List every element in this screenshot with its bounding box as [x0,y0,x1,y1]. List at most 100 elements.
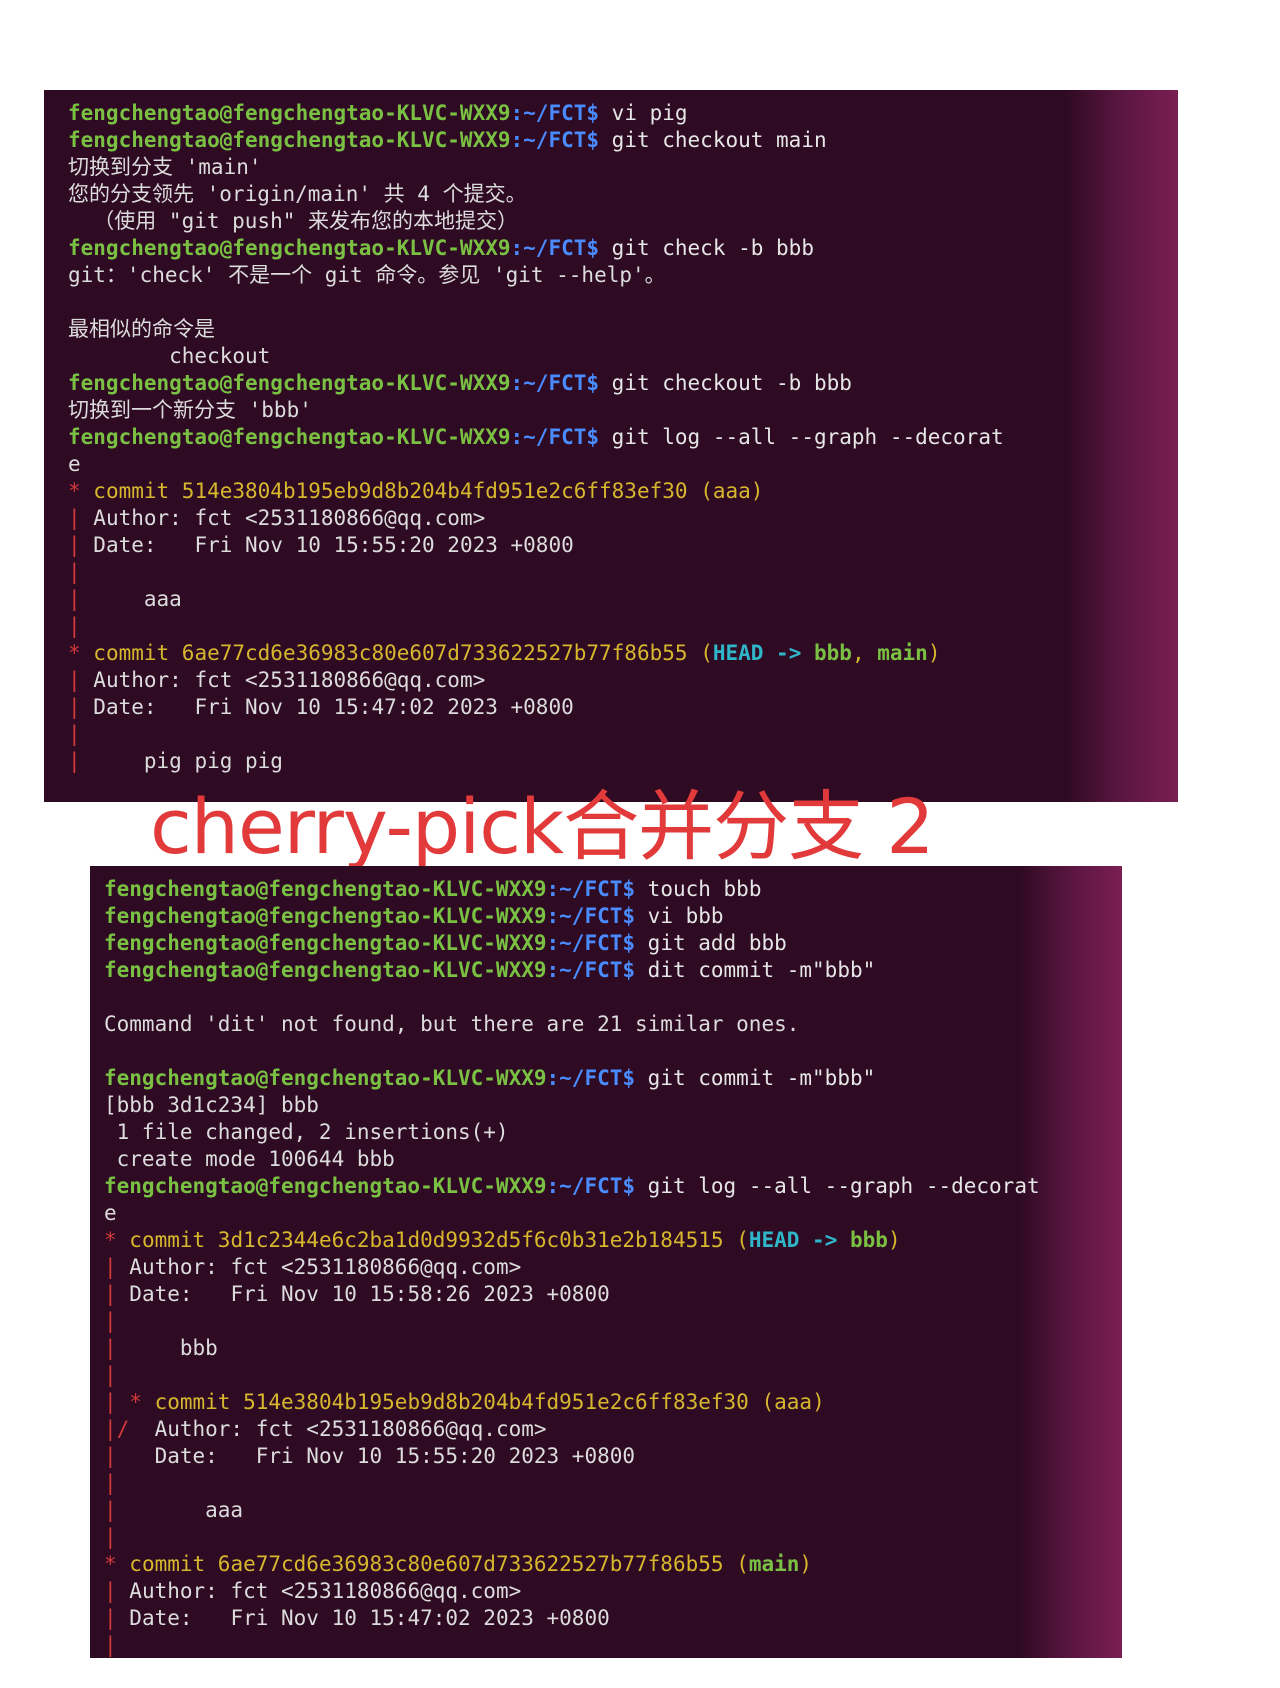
output-text: 切换到分支 'main' [68,155,262,179]
log-detail-text: Author: fct <2531180866@qq.com> [154,1417,547,1441]
output-line: （使用 "git push" 来发布您的本地提交） [68,208,1178,235]
output-line: Command 'dit' not found, but there are 2… [104,1011,1122,1038]
log-detail-line: | Date: Fri Nov 10 15:47:02 2023 +0800 [68,694,1178,721]
prompt-user-host: fengchengtao@fengchengtao-KLVC-WXX9 [68,101,511,125]
prompt-user-host: fengchengtao@fengchengtao-KLVC-WXX9 [104,877,547,901]
output-text: 最相似的命令是 [68,317,215,341]
prompt-path: :~/FCT$ [510,371,600,395]
prompt-path: :~/FCT$ [546,1066,636,1090]
command-text: git checkout main [599,128,827,152]
log-detail-text: pig pig pig [93,749,283,773]
graph-marker: * [68,479,94,503]
command-text: dit commit -m"bbb" [635,958,876,982]
prompt-user-host: fengchengtao@fengchengtao-KLVC-WXX9 [104,1174,547,1198]
log-detail-line: | [104,1362,1122,1389]
prompt-path: :~/FCT$ [510,101,600,125]
ref-label: HEAD -> [748,1228,850,1252]
command-text: git commit -m"bbb" [635,1066,876,1090]
commit-line: * commit 514e3804b195eb9d8b204b4fd951e2c… [68,478,1178,505]
log-detail-text: Date: Fri Nov 10 15:47:02 2023 +0800 [93,695,574,719]
log-detail-line: | aaa [68,586,1178,613]
prompt-line: fengchengtao@fengchengtao-KLVC-WXX9:~/FC… [104,957,1122,984]
commit-line: * commit 3d1c2344e6c2ba1d0d9932d5f6c0b31… [104,1227,1122,1254]
graph-marker: | [68,722,94,746]
log-detail-line: | Date: Fri Nov 10 15:55:20 2023 +0800 [104,1443,1122,1470]
prompt-path: :~/FCT$ [546,1174,636,1198]
prompt-line: fengchengtao@fengchengtao-KLVC-WXX9:~/FC… [68,370,1178,397]
commit-hash: commit 6ae77cd6e36983c80e607d733622527b7… [93,641,688,665]
terminal-window-bottom[interactable]: fengchengtao@fengchengtao-KLVC-WXX9:~/FC… [90,866,1122,1658]
prompt-path: :~/FCT$ [546,931,636,955]
commit-line: * commit 6ae77cd6e36983c80e607d733622527… [68,640,1178,667]
output-line: git：'check' 不是一个 git 命令。参见 'git --help'。 [68,262,1178,289]
output-text: git：'check' 不是一个 git 命令。参见 'git --help'。 [68,263,666,287]
commit-hash: commit 514e3804b195eb9d8b204b4fd951e2c6f… [93,479,688,503]
prompt-line: fengchengtao@fengchengtao-KLVC-WXX9:~/FC… [68,127,1178,154]
graph-marker: | [104,1525,155,1549]
output-line: 最相似的命令是 [68,316,1178,343]
ref-label: bbb [814,641,852,665]
output-text: 1 file changed, 2 insertions(+) [104,1120,509,1144]
log-detail-line: | [68,613,1178,640]
ref-label: bbb [850,1228,888,1252]
prompt-path: :~/FCT$ [546,904,636,928]
graph-marker: | [104,1579,130,1603]
log-detail-line: | Date: Fri Nov 10 15:55:20 2023 +0800 [68,532,1178,559]
prompt-path: :~/FCT$ [510,128,600,152]
log-detail-text: Author: fct <2531180866@qq.com> [93,506,486,530]
prompt-line: fengchengtao@fengchengtao-KLVC-WXX9:~/FC… [104,876,1122,903]
prompt-user-host: fengchengtao@fengchengtao-KLVC-WXX9 [68,236,511,260]
log-detail-text: Author: fct <2531180866@qq.com> [129,1255,522,1279]
prompt-path: :~/FCT$ [546,958,636,982]
graph-marker: | [68,506,94,530]
ref-label: aaa [774,1390,813,1414]
commit-hash: commit 6ae77cd6e36983c80e607d733622527b7… [129,1552,724,1576]
output-line: 您的分支领先 'origin/main' 共 4 个提交。 [68,181,1178,208]
log-detail-line: | Author: fct <2531180866@qq.com> [68,667,1178,694]
commit-line: | * commit 514e3804b195eb9d8b204b4fd951e… [104,1389,1122,1416]
prompt-path: :~/FCT$ [510,236,600,260]
ref-label: ( [700,641,713,665]
graph-marker: | [104,1282,130,1306]
graph-marker: * [68,641,94,665]
command-text: git log --all --graph --decorat [599,425,1004,449]
graph-marker: | [68,587,94,611]
prompt-line: fengchengtao@fengchengtao-KLVC-WXX9:~/FC… [104,930,1122,957]
log-detail-text: Author: fct <2531180866@qq.com> [93,668,486,692]
graph-marker: * [104,1228,130,1252]
commit-hash: commit 3d1c2344e6c2ba1d0d9932d5f6c0b31e2… [129,1228,724,1252]
ref-label: main [748,1552,800,1576]
graph-marker: | [68,695,94,719]
output-line: 切换到分支 'main' [68,154,1178,181]
command-text: vi bbb [635,904,724,928]
prompt-user-host: fengchengtao@fengchengtao-KLVC-WXX9 [104,931,547,955]
log-detail-text: Date: Fri Nov 10 15:47:02 2023 +0800 [129,1606,610,1630]
ref-label: ) [750,479,764,503]
graph-marker: | [68,560,94,584]
terminal-window-top[interactable]: fengchengtao@fengchengtao-KLVC-WXX9:~/FC… [44,90,1178,802]
output-text: Command 'dit' not found, but there are 2… [104,1012,800,1036]
graph-marker: * [104,1552,130,1576]
prompt-path: :~/FCT$ [510,425,600,449]
ref-label: ) [887,1228,901,1252]
log-detail-text: aaa [93,587,182,611]
log-detail-line: | Author: fct <2531180866@qq.com> [104,1254,1122,1281]
log-detail-text: Author: fct <2531180866@qq.com> [129,1579,522,1603]
output-line: [bbb 3d1c234] bbb [104,1092,1122,1119]
command-text: git checkout -b bbb [599,371,852,395]
prompt-line: fengchengtao@fengchengtao-KLVC-WXX9:~/FC… [68,424,1178,451]
log-detail-line: | [104,1632,1122,1658]
prompt-user-host: fengchengtao@fengchengtao-KLVC-WXX9 [104,1066,547,1090]
output-line: e [68,451,1178,478]
graph-marker: | [104,1633,130,1657]
output-text: e [104,1201,117,1225]
graph-marker: | [104,1363,130,1387]
graph-marker: | * [104,1390,155,1414]
graph-marker: | [104,1444,155,1468]
ref-label: aaa [712,479,751,503]
output-text: （使用 "git push" 来发布您的本地提交） [68,209,519,233]
output-text: create mode 100644 bbb [104,1147,395,1171]
output-line: 切换到一个新分支 'bbb' [68,397,1178,424]
